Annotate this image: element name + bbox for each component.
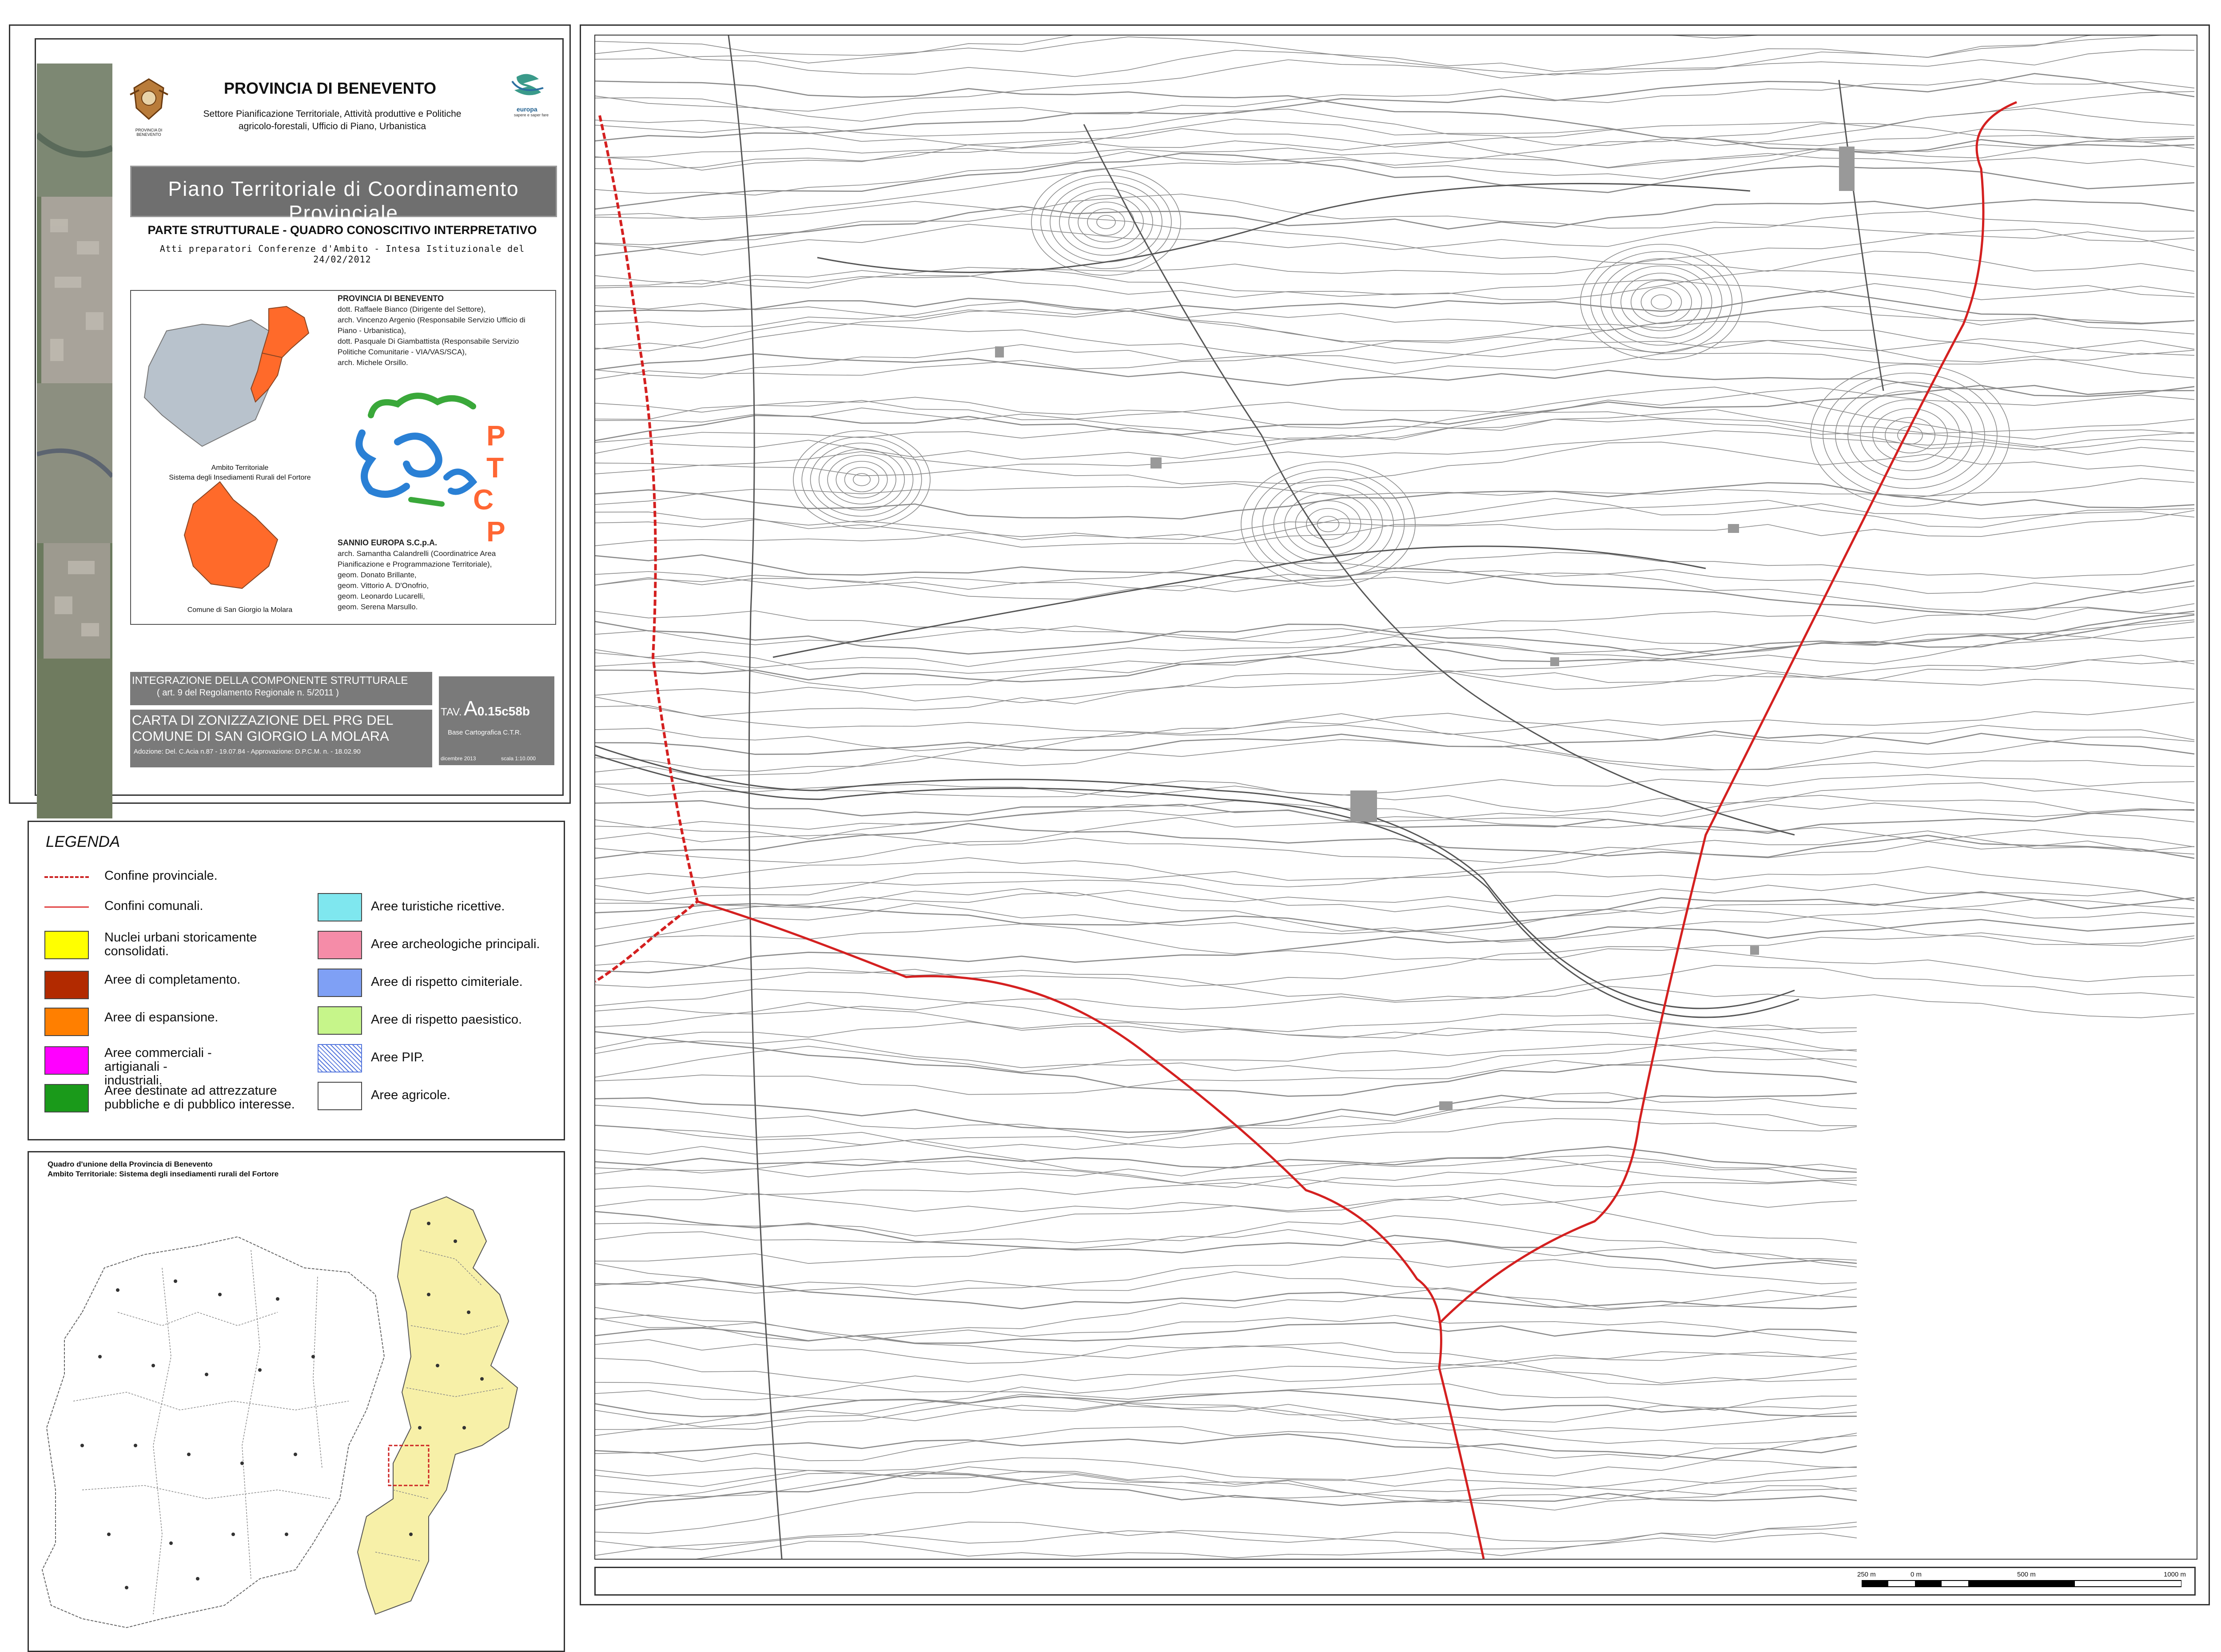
locator-panel: Quadro d'unione della Provincia di Benev… — [28, 1151, 565, 1652]
blank-corner — [1857, 1021, 2197, 1559]
fortore-ambito — [357, 1196, 518, 1615]
legend-swatch-pip — [318, 1044, 362, 1072]
plan-title-banner: Piano Territoriale di Coordinamento Prov… — [130, 166, 557, 224]
ptcp-letter-p1: P — [486, 420, 505, 452]
legend-label-municipal-border: Confini comunali. — [104, 899, 203, 913]
legend-swatch-provincial-border — [44, 876, 89, 878]
legend-label-pip: Aree PIP. — [371, 1050, 425, 1064]
province-title: PROVINCIA DI BENEVENTO — [223, 79, 437, 97]
legend-label-completion: Aree di completamento. — [104, 973, 241, 987]
ambito-caption-2: Sistema degli Insediamenti Rurali del Fo… — [169, 474, 311, 481]
sector-line-2: agricolo-forestali, Ufficio di Piano, Ur… — [238, 121, 426, 131]
section-subheading: Atti preparatori Conferenze d'Ambito - I… — [159, 243, 525, 265]
locator-map — [41, 1196, 518, 1628]
locator-subtitle: Ambito Territoriale: Sistema degli insed… — [48, 1170, 279, 1178]
scale-label-0: 0 m — [1911, 1571, 1922, 1578]
legend-swatch-expansion — [44, 1008, 89, 1036]
locator-title: Quadro d'unione della Provincia di Benev… — [48, 1160, 213, 1168]
map-title-line-1: CARTA DI ZONIZZAZIONE DEL PRG DEL — [132, 712, 394, 728]
aerial-photo-strip — [37, 64, 112, 818]
sannio-credit-6: geom. Serena Marsullo. — [338, 603, 418, 611]
tav-date: dicembre 2013 — [441, 755, 476, 762]
integration-title: INTEGRAZIONE DELLA COMPONENTE STRUTTURAL… — [132, 675, 408, 687]
topographic-map-svg — [595, 36, 2197, 1559]
scale-bar — [1862, 1580, 2181, 1587]
legend-label-tourist: Aree turistiche ricettive. — [371, 899, 505, 913]
province-credit-1: dott. Raffaele Bianco (Dirigente del Set… — [338, 305, 486, 314]
legend-swatch-public-facilities — [44, 1084, 89, 1112]
legend-label-agricultural: Aree agricole. — [371, 1088, 450, 1102]
ambito-maps — [143, 306, 310, 589]
province-credit-4: dott. Pasquale Di Giambattista (Responsa… — [338, 337, 519, 345]
tav-code-big: A — [464, 697, 478, 720]
scale-label-1000: 1000 m — [2164, 1571, 2186, 1578]
sannio-credits: SANNIO EUROPA S.C.p.A. arch. Samantha Ca… — [338, 537, 496, 612]
province-credit-6: arch. Michele Orsillo. — [338, 358, 408, 367]
sannio-credit-3: geom. Donato Brillante, — [338, 571, 417, 579]
tav-scale: scala 1:10.000 — [501, 755, 536, 762]
scale-label-250: 250 m — [1857, 1571, 1876, 1578]
legend-swatch-cemetery-buffer — [318, 969, 362, 997]
legend-label-archaeological: Aree archeologiche principali. — [371, 937, 540, 951]
legend-label-public-facilities: Aree destinate ad attrezzature pubbliche… — [104, 1084, 295, 1112]
legend-swatch-municipal-border — [44, 906, 89, 908]
map-frame: 250 m 0 m 500 m 1000 m — [580, 24, 2210, 1605]
legend-swatch-archaeological — [318, 931, 362, 959]
legend-label-provincial-border: Confine provinciale. — [104, 869, 218, 883]
legend-label-cemetery-buffer: Aree di rispetto cimiteriale. — [371, 975, 523, 989]
section-heading: PARTE STRUTTURALE - QUADRO CONOSCITIVO I… — [147, 223, 537, 237]
sannio-credits-title: SANNIO EUROPA S.C.p.A. — [338, 538, 438, 547]
integration-box: INTEGRAZIONE DELLA COMPONENTE STRUTTURAL… — [130, 672, 432, 705]
title-block: PROVINCIA DI BENEVENTO PROVINCIA DI BENE… — [9, 24, 571, 818]
legend-title: LEGENDA — [46, 833, 120, 850]
ambito-caption-1: Ambito Territoriale — [211, 464, 269, 472]
sannio-credit-4: geom. Vittorio A. D'Onofrio, — [338, 581, 429, 590]
tavola-block: INTEGRAZIONE DELLA COMPONENTE STRUTTURAL… — [130, 672, 554, 767]
legend-swatch-commercial — [44, 1046, 89, 1075]
tav-prefix: TAV. — [441, 706, 462, 718]
map-title-box: CARTA DI ZONIZZAZIONE DEL PRG DEL COMUNE… — [130, 710, 432, 767]
province-credit-3: Piano - Urbanistica), — [338, 326, 406, 335]
comune-caption: Comune di San Giorgio la Molara — [187, 606, 293, 614]
integration-sub: ( art. 9 del Regolamento Regionale n. 5/… — [157, 688, 339, 698]
ptcp-letter-t: T — [486, 452, 504, 484]
legend-swatch-agricultural — [318, 1082, 362, 1110]
scale-label-500: 500 m — [2017, 1571, 2036, 1578]
credits-box: Ambito Territoriale Sistema degli Insedi… — [130, 290, 556, 625]
tav-code-rest: 0.15c58b — [477, 704, 530, 718]
legend-label-historic-nuclei: Nuclei urbani storicamente consolidati. — [104, 930, 257, 958]
province-credit-2: arch. Vincenzo Argenio (Responsabile Ser… — [338, 316, 525, 324]
tav-code-box: TAV. A0.15c58b Base Cartografica C.T.R. … — [439, 676, 554, 765]
sector-line-1: Settore Pianificazione Territoriale, Att… — [203, 109, 462, 119]
legend-swatch-tourist — [318, 893, 362, 921]
province-credit-5: Politiche Comunitarie - VIA/VAS/SCA), — [338, 348, 467, 356]
province-credits-title: PROVINCIA DI BENEVENTO — [338, 294, 444, 303]
ptcp-letter-c: C — [473, 484, 494, 516]
adoption-note: Adozione: Del. C.Acia n.87 - 19.07.84 - … — [134, 748, 361, 755]
sannio-credit-5: geom. Leonardo Lucarelli, — [338, 592, 425, 600]
sannio-credit-2: Pianificazione e Programmazione Territor… — [338, 560, 492, 568]
sannio-credit-1: arch. Samantha Calandrelli (Coordinatric… — [338, 549, 496, 558]
scale-bar-box: 250 m 0 m 500 m 1000 m — [594, 1567, 2196, 1596]
province-credits: PROVINCIA DI BENEVENTO dott. Raffaele Bi… — [338, 293, 525, 368]
legend-swatch-historic-nuclei — [44, 931, 89, 959]
legend-swatch-landscape-buffer — [318, 1006, 362, 1035]
map-title-line-2: COMUNE DI SAN GIORGIO LA MOLARA — [132, 728, 389, 744]
sannio-europa-logo: europa sapere e saper fare — [503, 72, 552, 117]
legend-label-expansion: Aree di espansione. — [104, 1010, 219, 1025]
legend-label-commercial: Aree commerciali - artigianali - industr… — [104, 1046, 212, 1088]
plan-title: Piano Territoriale di Coordinamento Prov… — [168, 177, 519, 224]
legend-swatch-completion — [44, 971, 89, 999]
province-outline — [41, 1236, 385, 1628]
legend-panel: LEGENDA Confine provinciale. Confini com… — [28, 821, 565, 1140]
topographic-map[interactable] — [594, 35, 2197, 1560]
ptcp-letters: P T C P — [473, 420, 505, 548]
comune-shape — [183, 481, 279, 589]
base-cartography: Base Cartografica C.T.R. — [448, 729, 521, 736]
logo-subtext: sapere e saper fare — [514, 113, 549, 117]
legend-label-landscape-buffer: Aree di rispetto paesistico. — [371, 1013, 522, 1027]
